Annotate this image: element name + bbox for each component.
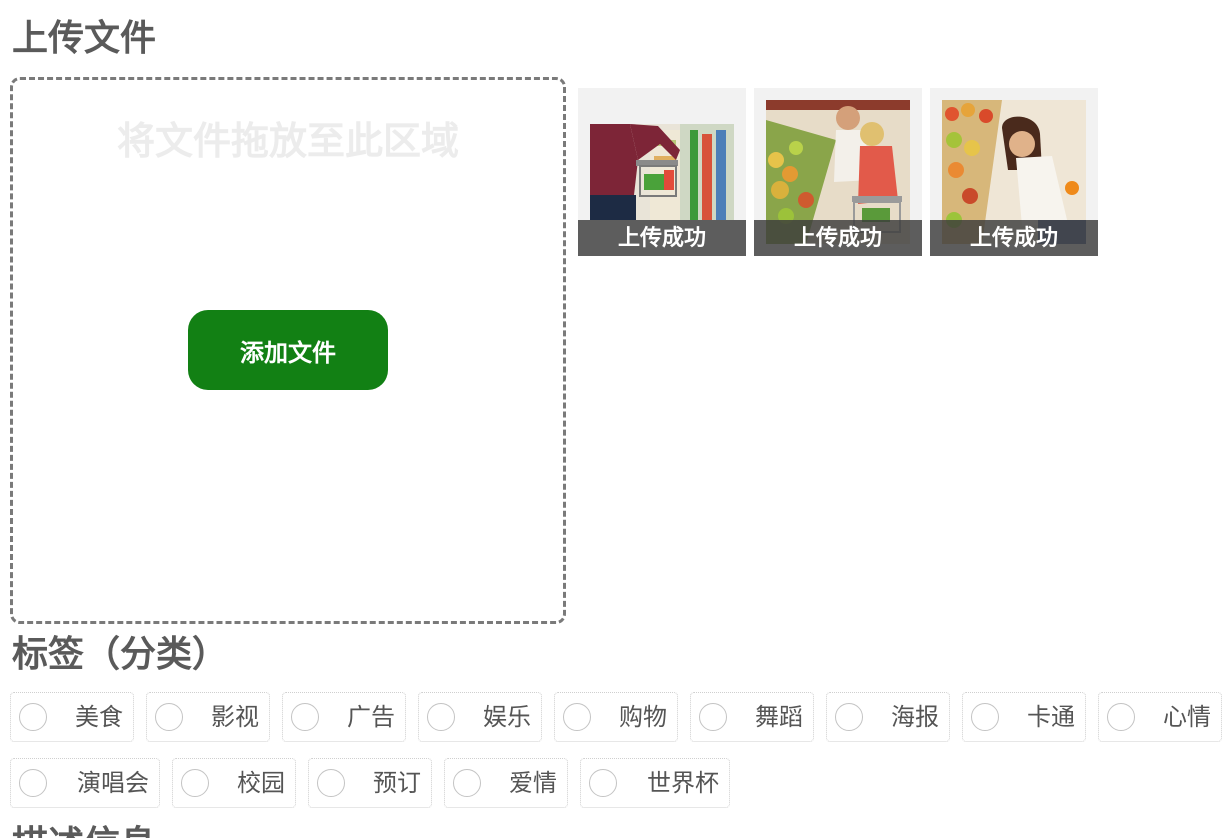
radio-icon[interactable] (427, 703, 455, 731)
radio-icon[interactable] (563, 703, 591, 731)
radio-icon[interactable] (835, 703, 863, 731)
radio-icon[interactable] (181, 769, 209, 797)
uploaded-file-thumbnail[interactable]: 上传成功 (930, 88, 1098, 256)
tag-label: 购物 (619, 703, 667, 731)
tag-option[interactable]: 校园 (172, 758, 296, 808)
tag-label: 演唱会 (77, 769, 149, 797)
radio-icon[interactable] (19, 769, 47, 797)
dropzone-hint: 将文件拖放至此区域 (116, 118, 459, 163)
tag-label: 世界杯 (647, 769, 719, 797)
radio-icon[interactable] (699, 703, 727, 731)
description-section-title: 描述信息 (12, 826, 156, 838)
tag-option[interactable]: 预订 (308, 758, 432, 808)
upload-page: 上传文件 将文件拖放至此区域 添加文件 上传成功 上传成功 上传成功 标签（分类… (0, 0, 1232, 838)
radio-icon[interactable] (19, 703, 47, 731)
tag-option[interactable]: 影视 (146, 692, 270, 742)
tag-label: 心情 (1163, 703, 1211, 731)
tag-option[interactable]: 美食 (10, 692, 134, 742)
tag-option[interactable]: 购物 (554, 692, 678, 742)
tag-option[interactable]: 舞蹈 (690, 692, 814, 742)
upload-section-title: 上传文件 (12, 17, 157, 59)
add-file-button[interactable]: 添加文件 (188, 310, 388, 390)
radio-icon[interactable] (971, 703, 999, 731)
tag-option[interactable]: 海报 (826, 692, 950, 742)
radio-icon[interactable] (589, 769, 617, 797)
radio-icon[interactable] (1107, 703, 1135, 731)
upload-status: 上传成功 (930, 220, 1098, 256)
tag-option[interactable]: 娱乐 (418, 692, 542, 742)
tag-label: 广告 (347, 703, 395, 731)
tag-option[interactable]: 心情 (1098, 692, 1222, 742)
tag-label: 海报 (891, 703, 939, 731)
tag-option[interactable]: 世界杯 (580, 758, 730, 808)
tag-label: 卡通 (1027, 703, 1075, 731)
radio-icon[interactable] (317, 769, 345, 797)
radio-icon[interactable] (291, 703, 319, 731)
tag-label: 校园 (237, 769, 285, 797)
radio-icon[interactable] (453, 769, 481, 797)
upload-status: 上传成功 (754, 220, 922, 256)
upload-status: 上传成功 (578, 220, 746, 256)
uploaded-file-thumbnail[interactable]: 上传成功 (754, 88, 922, 256)
tag-option[interactable]: 演唱会 (10, 758, 160, 808)
tag-label: 舞蹈 (755, 703, 803, 731)
tag-label: 影视 (211, 703, 259, 731)
radio-icon[interactable] (155, 703, 183, 731)
tag-option[interactable]: 广告 (282, 692, 406, 742)
tag-label: 预订 (373, 769, 421, 797)
tag-label: 爱情 (509, 769, 557, 797)
tag-label: 娱乐 (483, 703, 531, 731)
tag-option[interactable]: 爱情 (444, 758, 568, 808)
file-dropzone[interactable]: 将文件拖放至此区域 添加文件 (10, 77, 566, 624)
uploaded-file-thumbnail[interactable]: 上传成功 (578, 88, 746, 256)
tag-label: 美食 (75, 703, 123, 731)
tags-section-title: 标签（分类） (12, 633, 229, 675)
tag-option[interactable]: 卡通 (962, 692, 1086, 742)
